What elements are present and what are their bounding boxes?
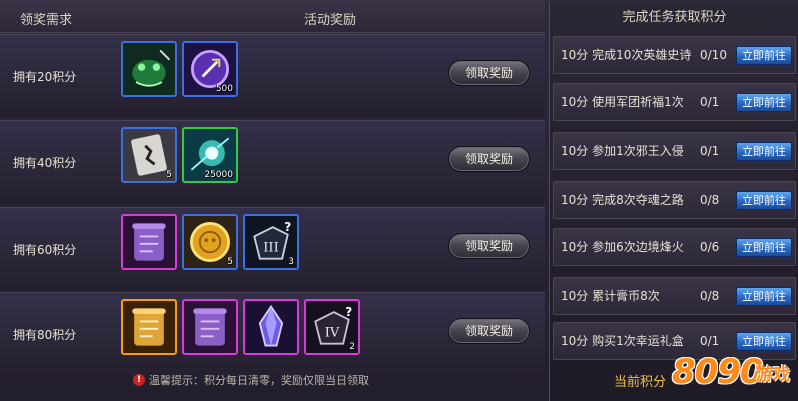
item-quantity: 25000 (204, 170, 233, 180)
current-points-label: 当前积分 (614, 375, 667, 390)
task-row: 10分 完成10次英雄史诗 0/10 立即前往 (553, 36, 796, 74)
task-row: 10分 参加6次边境烽火 0/6 立即前往 (553, 228, 796, 266)
site-logo: 8090 游戏 (672, 352, 798, 398)
task-progress: 0/1 (700, 144, 720, 158)
task-row: 10分 参加1次邪王入侵 0/1 立即前往 (553, 132, 796, 170)
rune-stone-iv-icon[interactable]: IV? 2 (304, 299, 360, 355)
item-quantity: 5 (227, 257, 233, 267)
requirement-label: 拥有20积分 (13, 70, 77, 84)
warning-icon: ! (133, 374, 145, 386)
header-rewards: 活动奖励 (304, 13, 357, 28)
requirement-label: 拥有40积分 (13, 156, 77, 170)
svg-text:III: III (263, 240, 278, 255)
task-panel-title: 完成任务获取积分 (622, 10, 727, 25)
claim-reward-button[interactable]: 领取奖励 (448, 318, 530, 344)
header-requirement: 领奖需求 (20, 13, 73, 28)
task-progress: 0/1 (700, 95, 720, 109)
claim-reward-button[interactable]: 领取奖励 (448, 146, 530, 172)
task-text: 10分 累计膏币8次 (561, 289, 660, 303)
go-now-button[interactable]: 立即前往 (736, 93, 792, 112)
scroll-figure-icon[interactable]: 5 (121, 127, 177, 183)
rune-stone-iii-icon[interactable]: III? 3 (243, 214, 299, 270)
green-beast-icon[interactable] (121, 41, 177, 97)
go-now-button[interactable]: 立即前往 (736, 332, 792, 351)
task-text: 10分 使用军团祈福1次 (561, 95, 684, 109)
tip-text: ! 温馨提示：积分每日清零，奖励仅限当日领取 (133, 372, 369, 388)
task-row: 10分 使用军团祈福1次 0/1 立即前往 (553, 83, 796, 121)
task-text: 10分 参加6次边境烽火 (561, 240, 684, 254)
claim-reward-button[interactable]: 领取奖励 (448, 233, 530, 259)
go-now-button[interactable]: 立即前往 (736, 191, 792, 210)
reward-row-60: 拥有60积分 5 III? 3 领取奖励 (0, 207, 545, 291)
requirement-label: 拥有60积分 (13, 243, 77, 257)
task-text: 10分 参加1次邪王入侵 (561, 144, 684, 158)
tip-label: 温馨提示：积分每日清零，奖励仅限当日领取 (149, 374, 369, 387)
task-row: 10分 完成8次夺魂之路 0/8 立即前往 (553, 181, 796, 219)
reward-row-20: 拥有20积分 500 领取奖励 (0, 34, 545, 118)
gold-coin-icon[interactable]: 5 (182, 214, 238, 270)
svg-text:?: ? (284, 220, 291, 234)
svg-text:?: ? (345, 305, 352, 319)
item-quantity: 5 (166, 170, 172, 180)
go-now-button[interactable]: 立即前往 (736, 287, 792, 306)
task-progress: 0/6 (700, 240, 720, 254)
task-progress: 0/8 (700, 289, 720, 303)
logo-text: 游戏 (756, 365, 790, 385)
reward-row-80: 拥有80积分 IV? 2 领取奖励 (0, 292, 545, 376)
task-text: 10分 购买1次幸运礼盒 (561, 334, 684, 348)
gold-scroll-icon[interactable] (121, 299, 177, 355)
purple-sword-orb-icon[interactable]: 500 (182, 41, 238, 97)
item-quantity: 500 (215, 84, 233, 94)
task-text: 10分 完成8次夺魂之路 (561, 193, 684, 207)
go-now-button[interactable]: 立即前往 (736, 46, 792, 65)
purple-crystal-icon[interactable] (243, 299, 299, 355)
purple-scroll-icon[interactable] (182, 299, 238, 355)
task-row: 10分 累计膏币8次 0/8 立即前往 (553, 277, 796, 315)
requirement-label: 拥有80积分 (13, 328, 77, 342)
task-text: 10分 完成10次英雄史诗 (561, 48, 692, 62)
go-now-button[interactable]: 立即前往 (736, 238, 792, 257)
svg-text:IV: IV (325, 325, 340, 340)
reward-event-window: 领奖需求 活动奖励 拥有20积分 500 领取奖励 拥有40积分 5 25000 (0, 0, 798, 401)
item-quantity: 2 (349, 342, 355, 352)
task-panel: 完成任务获取积分 10分 完成10次英雄史诗 0/10 立即前往 10分 使用军… (549, 2, 798, 401)
task-progress: 0/8 (700, 193, 720, 207)
claim-reward-button[interactable]: 领取奖励 (448, 60, 530, 86)
purple-scroll-icon[interactable] (121, 214, 177, 270)
logo-number: 8090 (672, 352, 764, 392)
reward-row-40: 拥有40积分 5 25000 领取奖励 (0, 120, 545, 204)
rewards-header: 领奖需求 活动奖励 (0, 0, 545, 33)
cyan-energy-burst-icon[interactable]: 25000 (182, 127, 238, 183)
go-now-button[interactable]: 立即前往 (736, 142, 792, 161)
task-progress: 0/10 (700, 48, 727, 62)
item-quantity: 3 (288, 257, 294, 267)
